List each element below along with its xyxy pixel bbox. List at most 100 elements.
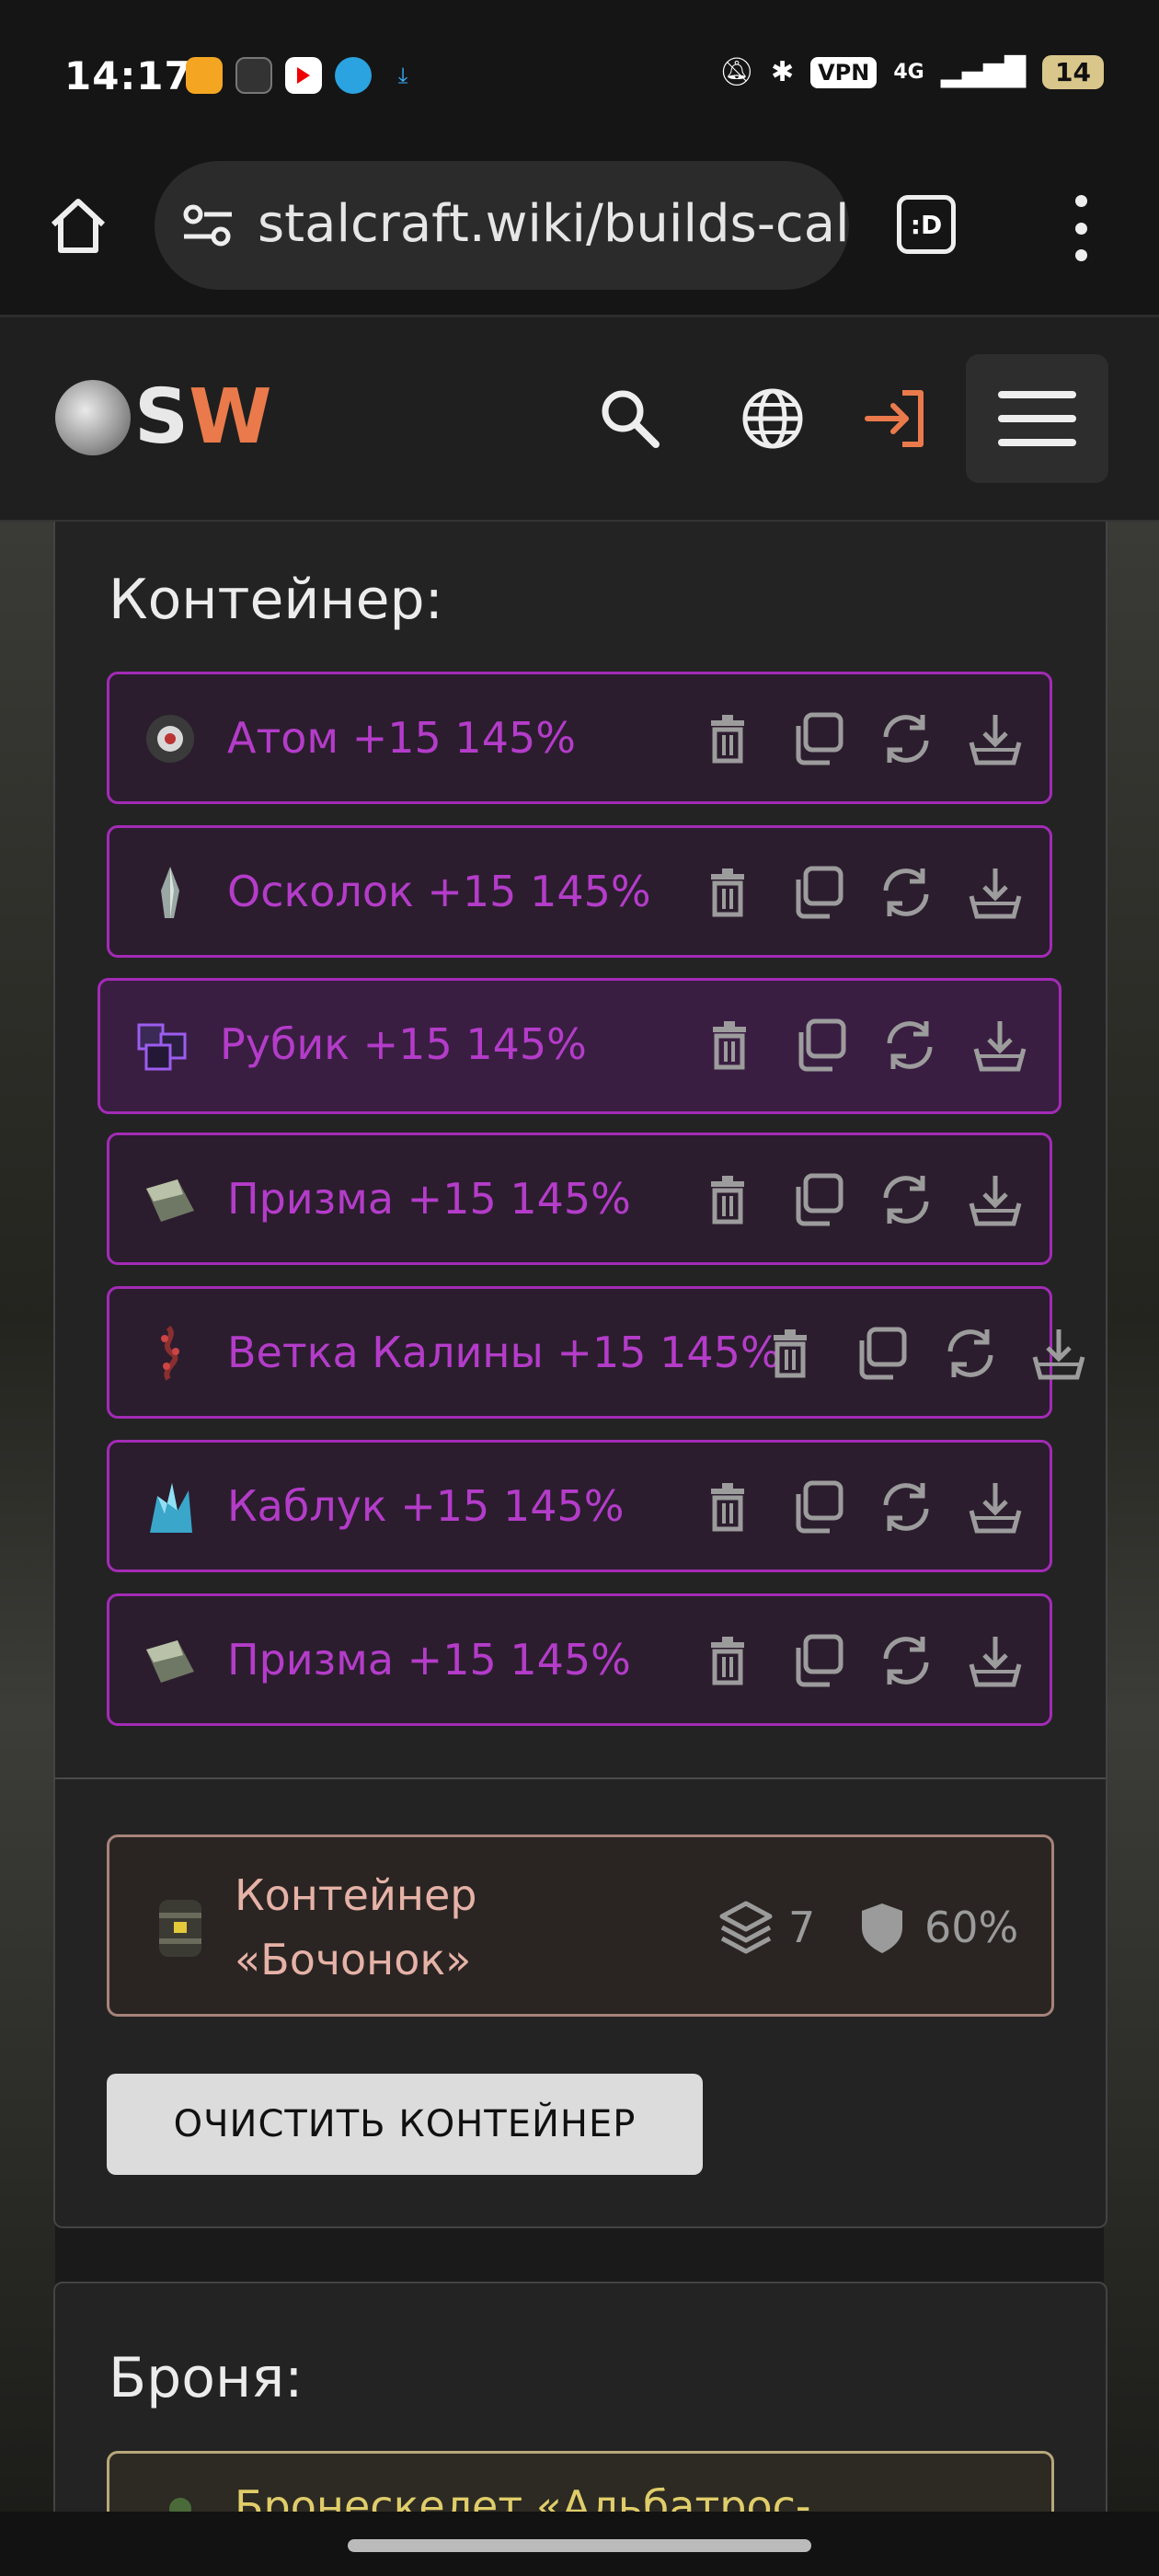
copy-button[interactable]	[787, 1478, 846, 1536]
copy-button[interactable]	[790, 1016, 849, 1075]
copy-icon	[796, 1634, 843, 1687]
artifact-row-active[interactable]: Рубик +15 145%	[98, 978, 1061, 1114]
copy-button[interactable]	[787, 1170, 846, 1229]
replace-button[interactable]	[877, 709, 935, 768]
download-icon	[969, 868, 1022, 919]
artifact-row[interactable]: Призма +15 145%	[107, 1593, 1052, 1726]
refresh-icon	[887, 1021, 933, 1069]
site-logo[interactable]: S W	[55, 380, 272, 455]
hamburger-menu-button[interactable]	[966, 354, 1108, 483]
replace-button[interactable]	[877, 863, 935, 922]
trash-icon	[774, 1329, 807, 1378]
login-icon[interactable]	[860, 382, 934, 455]
delete-button[interactable]	[700, 1016, 759, 1075]
home-gesture-handle[interactable]	[348, 2539, 811, 2552]
artifact-row[interactable]: Призма +15 145%	[107, 1133, 1052, 1265]
delete-button[interactable]	[698, 1170, 757, 1229]
delete-button[interactable]	[698, 1631, 757, 1690]
copy-button[interactable]	[787, 709, 846, 768]
browser-toolbar: stalcraft.wiki/builds-calc :D	[0, 156, 1159, 317]
shard-artifact-icon	[161, 867, 179, 918]
clear-container-button[interactable]: ОЧИСТИТЬ КОНТЕЙНЕР	[107, 2074, 703, 2175]
artifact-row[interactable]: Осколок +15 145%	[107, 825, 1052, 958]
container-protection: 60%	[853, 1898, 1018, 1957]
delete-button[interactable]	[761, 1324, 820, 1383]
status-notification-icons: ⤓	[186, 57, 421, 94]
refresh-icon	[883, 1483, 929, 1531]
delete-button[interactable]	[698, 1478, 757, 1536]
home-button[interactable]	[46, 193, 110, 258]
replace-button[interactable]	[877, 1631, 935, 1690]
copy-icon	[798, 1018, 846, 1072]
mute-icon: 🔕︎	[718, 56, 754, 88]
replace-button[interactable]	[941, 1324, 1000, 1383]
artifact-row[interactable]: Атом +15 145%	[107, 672, 1052, 804]
container-protection-value: 60%	[924, 1903, 1019, 1952]
copy-button[interactable]	[787, 1631, 846, 1690]
browser-menu-button[interactable]	[1067, 191, 1095, 265]
replace-button[interactable]	[880, 1016, 939, 1075]
copy-button[interactable]	[787, 863, 846, 922]
copy-button[interactable]	[851, 1324, 910, 1383]
delete-button[interactable]	[698, 863, 757, 922]
status-system-icons: 🔕︎ ✱ VPN 4G ▂▄▆█ 14	[719, 55, 1104, 89]
refresh-icon	[883, 1637, 929, 1685]
replace-button[interactable]	[877, 1170, 935, 1229]
language-globe-icon[interactable]	[736, 382, 809, 455]
refresh-icon	[883, 1176, 929, 1224]
container-name-line1: Контейнер	[235, 1870, 477, 1920]
download-button[interactable]	[970, 1016, 1029, 1075]
artifact-row[interactable]: Каблук +15 145%	[107, 1440, 1052, 1572]
download-button[interactable]	[966, 1478, 1025, 1536]
refresh-icon	[883, 715, 929, 763]
container-item[interactable]: Контейнер «Бочонок» 7 60%	[107, 1834, 1054, 2017]
telegram-icon	[335, 57, 372, 94]
logo-globe-icon	[55, 380, 131, 455]
container-name: Контейнер «Бочонок»	[235, 1863, 476, 1992]
artifact-name: Атом +15 145%	[227, 713, 576, 763]
signal-icon: ▂▄▆█	[940, 56, 1027, 88]
layers-icon	[719, 1901, 773, 1954]
menu-dot-icon	[1074, 249, 1087, 261]
armor-section-title: Броня:	[109, 2346, 304, 2410]
container-section-title: Контейнер:	[109, 568, 443, 632]
tabs-button[interactable]: :D	[897, 195, 956, 254]
hamburger-line	[998, 439, 1076, 446]
refresh-icon	[883, 868, 929, 916]
url-text: stalcraft.wiki/builds-calc	[258, 194, 849, 254]
artifact-name: Призма +15 145%	[227, 1174, 631, 1224]
address-bar[interactable]: stalcraft.wiki/builds-calc	[155, 161, 849, 290]
heel-artifact-icon	[150, 1483, 192, 1533]
artifact-name: Призма +15 145%	[227, 1635, 631, 1685]
search-icon[interactable]	[593, 382, 667, 455]
container-name-line2: «Бочонок»	[235, 1935, 472, 1984]
trash-icon	[711, 1176, 744, 1225]
artifact-row[interactable]: Ветка Калины +15 145%	[107, 1286, 1085, 1419]
barrel-container-icon	[159, 1900, 201, 1957]
download-button[interactable]	[1029, 1324, 1088, 1383]
prism-artifact-icon	[146, 1640, 194, 1683]
download-button[interactable]	[966, 1170, 1025, 1229]
delete-button[interactable]	[698, 709, 757, 768]
replace-button[interactable]	[877, 1478, 935, 1536]
shield-icon	[862, 1903, 902, 1953]
copy-icon	[796, 712, 843, 765]
site-settings-icon[interactable]	[182, 202, 234, 248]
download-button[interactable]	[966, 1631, 1025, 1690]
background-image-right	[1104, 522, 1159, 2512]
download-icon	[973, 1021, 1027, 1072]
page: 14:17 ⤓ 🔕︎ ✱ VPN 4G ▂▄▆█ 14 stalcraft.wi…	[0, 0, 1159, 2576]
download-status-icon: ⤓	[397, 63, 408, 88]
download-button[interactable]	[966, 709, 1025, 768]
artifact-name: Рубик +15 145%	[220, 1019, 587, 1069]
download-button[interactable]	[966, 863, 1025, 922]
viburnum-branch-icon	[161, 1325, 179, 1381]
trash-icon	[711, 715, 744, 764]
hamburger-line	[998, 415, 1076, 422]
logo-letter-w: W	[189, 374, 272, 461]
trash-icon	[711, 868, 744, 917]
site-header: S W	[0, 317, 1159, 522]
copy-icon	[796, 1173, 843, 1226]
atom-artifact-icon	[146, 715, 194, 763]
refresh-icon	[947, 1329, 993, 1377]
